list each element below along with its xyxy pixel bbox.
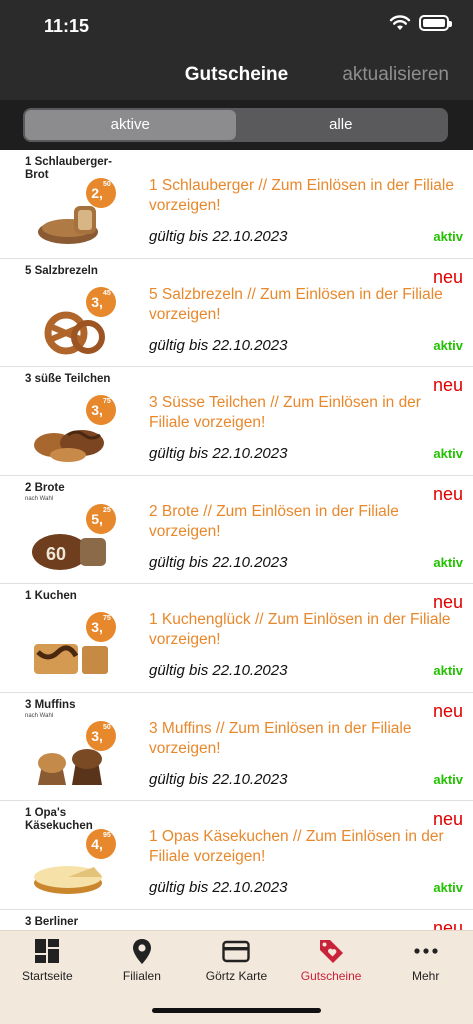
voucher-status: aktiv	[433, 771, 463, 787]
tab-label: Görtz Karte	[205, 969, 268, 983]
voucher-image-title: 1 Kuchen	[25, 590, 77, 602]
product-photo	[38, 206, 98, 244]
voucher-status: aktiv	[433, 554, 463, 570]
tab-label: Mehr	[412, 969, 440, 983]
product-photo	[34, 430, 104, 462]
dashboard-icon	[35, 939, 60, 963]
voucher-validity: gültig bis 22.10.2023	[149, 879, 288, 896]
tab-label: Filialen	[122, 969, 161, 983]
svg-text:60: 60	[46, 544, 66, 564]
tab-filialen[interactable]: Filialen	[95, 931, 190, 991]
tab-startseite[interactable]: Startseite	[0, 931, 95, 991]
more-icon	[414, 948, 438, 954]
product-photo	[44, 311, 105, 354]
tab-label: Gutscheine	[300, 969, 362, 983]
voucher-validity: gültig bis 22.10.2023	[149, 228, 288, 245]
segmented-control: aktive alle	[23, 108, 448, 142]
voucher-description: 2 Brote // Zum Einlösen in der Filiale v…	[149, 502, 399, 540]
voucher-image: 5 Salzbrezeln 3,45	[22, 262, 120, 363]
voucher-image: 3 Muffins nach Wahl 3,50	[22, 696, 120, 797]
voucher-validity: gültig bis 22.10.2023	[149, 770, 288, 788]
product-photo	[34, 866, 102, 894]
voucher-status: aktiv	[433, 229, 463, 244]
voucher-image-subtitle: nach Wahl	[25, 712, 54, 719]
voucher-image-subtitle: nach Wahl	[25, 495, 54, 502]
tab-label: Startseite	[21, 969, 73, 983]
tag-heart-icon	[320, 940, 344, 963]
voucher-image-title: 3 Muffins	[25, 698, 76, 711]
voucher-image: 1 Schlauberger-Brot 2,50	[22, 154, 120, 254]
new-badge: neu	[432, 917, 463, 931]
voucher-row[interactable]: 3 Berliner neu	[0, 910, 473, 931]
voucher-validity: gültig bis 22.10.2023	[149, 445, 288, 462]
voucher-validity: gültig bis 22.10.2023	[149, 553, 288, 571]
voucher-status: aktiv	[433, 880, 463, 895]
voucher-validity: gültig bis 22.10.2023	[149, 662, 288, 679]
voucher-description: 3 Muffins // Zum Einlösen in der Filiale…	[149, 719, 412, 757]
voucher-row[interactable]: 1 Schlauberger-Brot 2,50 1 Schlauberger //…	[0, 150, 473, 259]
screen: 11:15 Gutscheine aktualisieren aktive al…	[0, 0, 473, 1024]
voucher-status: aktiv	[433, 446, 463, 461]
status-time: 11:15	[44, 16, 90, 36]
card-icon	[222, 940, 251, 963]
voucher-row[interactable]: 1 Opa's Käsekuchen 4,95 neu 1 Opas Käsekuch…	[0, 801, 473, 910]
voucher-description: 1 Opas Käsekuchen // Zum Einlösen in der…	[149, 828, 444, 865]
battery-icon	[419, 15, 452, 31]
voucher-row[interactable]: 5 Salzbrezeln 3,45 neu 5 Salzbrezeln // Zum…	[0, 259, 473, 367]
voucher-description: 5 Salzbrezeln // Zum Einlösen in der Fil…	[149, 285, 443, 323]
tab-gutscheine[interactable]: Gutscheine	[284, 931, 379, 991]
voucher-image-title: 3 süße Teilchen	[25, 373, 111, 385]
voucher-list: 1 Schlauberger-Brot 2,50 1 Schlauberger //…	[0, 150, 473, 930]
voucher-image: 3 süße Teilchen 3,75	[22, 371, 120, 471]
location-pin-icon	[132, 939, 151, 964]
voucher-description: 1 Schlauberger // Zum Einlösen in der Fi…	[149, 177, 454, 214]
segment-bar: aktive alle	[0, 100, 473, 150]
voucher-image: 3 Berliner	[22, 913, 120, 930]
voucher-image: 1 Opa's Käsekuchen 4,95	[22, 805, 120, 905]
voucher-row[interactable]: 1 Kuchen 3,75 neu 1 Kuchenglück // Zum Einl…	[0, 584, 473, 693]
voucher-status: aktiv	[433, 663, 463, 678]
tab-mehr[interactable]: Mehr	[378, 931, 473, 991]
segment-active[interactable]: aktive	[25, 110, 236, 140]
voucher-row[interactable]: 2 Brote nach Wahl 5,25 60 neu 2 Brote // Zum …	[0, 476, 473, 584]
voucher-status: aktiv	[433, 337, 463, 353]
voucher-image-title: 3 Berliner	[25, 915, 79, 928]
segment-all[interactable]: alle	[236, 110, 447, 140]
product-photo	[38, 748, 102, 785]
wifi-icon	[389, 15, 411, 30]
voucher-description: 1 Kuchenglück // Zum Einlösen in der Fil…	[149, 611, 451, 648]
refresh-button[interactable]: aktualisieren	[342, 64, 449, 86]
voucher-validity: gültig bis 22.10.2023	[149, 336, 288, 354]
product-photo	[34, 644, 108, 674]
product-photo: 60	[32, 533, 106, 570]
voucher-row[interactable]: 3 Muffins nach Wahl 3,50 neu 3 Muffins // Zu…	[0, 693, 473, 801]
tab-goertz-karte[interactable]: Görtz Karte	[189, 931, 284, 991]
voucher-image-title: 5 Salzbrezeln	[25, 264, 98, 277]
voucher-image: 2 Brote nach Wahl 5,25 60	[22, 479, 120, 580]
voucher-description: 3 Süsse Teilchen // Zum Einlösen in der …	[149, 394, 421, 431]
status-icons	[389, 14, 452, 32]
voucher-image: 1 Kuchen 3,75	[22, 588, 120, 688]
top-bar: 11:15 Gutscheine aktualisieren	[0, 0, 473, 100]
voucher-row[interactable]: 3 süße Teilchen 3,75 neu 3 Süsse Teilchen /…	[0, 367, 473, 476]
voucher-image-title: 2 Brote	[25, 481, 65, 494]
home-indicator	[152, 1008, 321, 1013]
